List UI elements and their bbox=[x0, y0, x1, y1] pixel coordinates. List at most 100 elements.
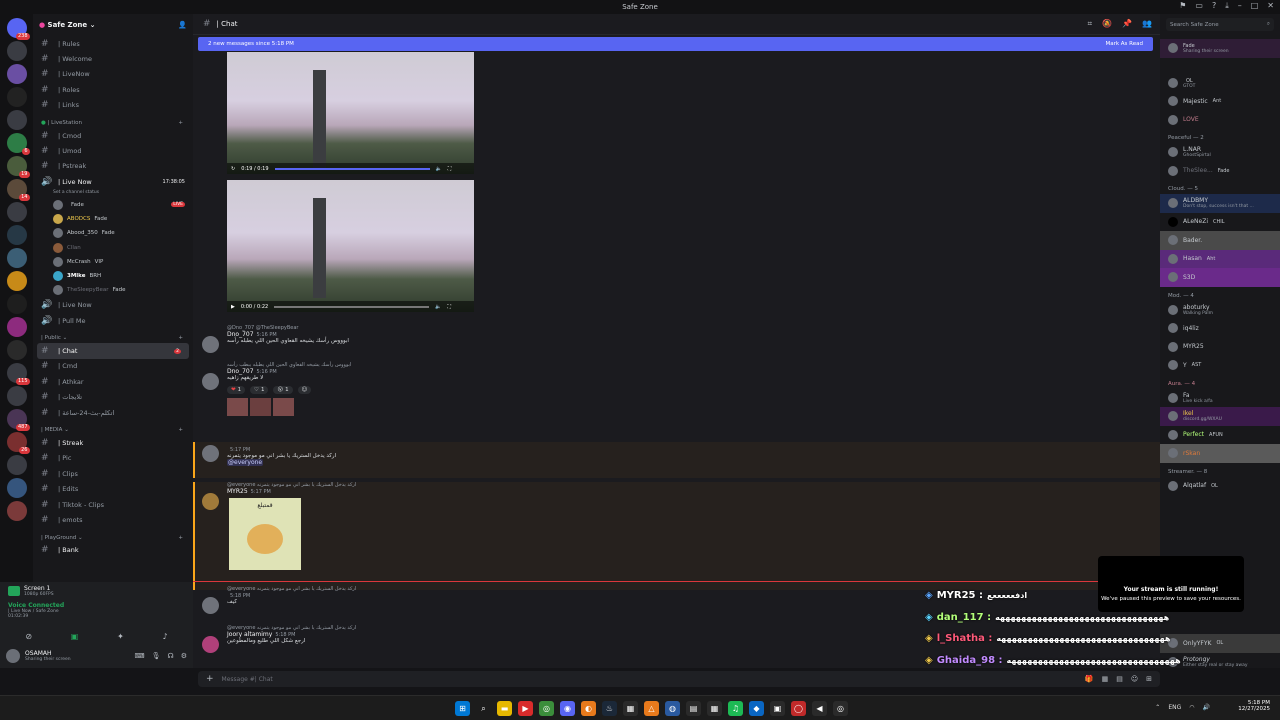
screen-icon[interactable]: ▭ bbox=[1195, 1, 1203, 11]
member-item[interactable]: Fade Sharing their screen bbox=[1160, 39, 1280, 58]
volume-icon[interactable]: 🔊 bbox=[1203, 704, 1210, 711]
clock[interactable]: 5:18 PM 12/27/2025 bbox=[1238, 700, 1270, 712]
gif-icon[interactable]: ▦ bbox=[1102, 675, 1109, 683]
media-icon[interactable]: ▶ bbox=[518, 701, 533, 716]
add-channel-icon[interactable]: + bbox=[178, 120, 183, 126]
notifications-icon[interactable]: 🔕 bbox=[1102, 19, 1112, 29]
fullscreen-icon[interactable]: ⛶ bbox=[448, 166, 452, 172]
help-icon[interactable]: ? bbox=[1212, 1, 1216, 11]
server-icon[interactable] bbox=[6, 41, 27, 61]
sticker[interactable]: قمتبلع bbox=[229, 498, 301, 570]
voice-channel-live-now-2[interactable]: 🔊 | Live Now bbox=[33, 298, 193, 313]
message-composer[interactable]: + Message #| Chat 🎁 ▦ ▤ ☺ ⊞ bbox=[198, 671, 1160, 687]
video-attachment[interactable]: ▶ 0:00 / 0:22 🔈 ⛶ bbox=[227, 180, 474, 312]
member-item[interactable]: OL GTOT bbox=[1160, 74, 1280, 93]
member-item[interactable]: Perfect AFUN bbox=[1160, 426, 1280, 445]
server-icon[interactable] bbox=[6, 340, 27, 360]
category-playground[interactable]: | PlayGround ⌄ + bbox=[33, 528, 193, 543]
member-item[interactable]: Alqatlaf OL bbox=[1160, 477, 1280, 496]
server-icon[interactable]: 14 bbox=[6, 179, 30, 201]
add-channel-icon[interactable]: + bbox=[178, 427, 183, 433]
channel-cmd[interactable]: # | Cmd bbox=[33, 359, 193, 374]
apps-icon[interactable]: ⊞ bbox=[1146, 675, 1152, 683]
server-icon[interactable] bbox=[6, 294, 27, 314]
add-member-icon[interactable]: 👤 bbox=[178, 21, 187, 29]
channel-streak[interactable]: # | Streak bbox=[33, 435, 193, 450]
file-explorer-icon[interactable]: ▬ bbox=[497, 701, 512, 716]
minimize-icon[interactable]: – bbox=[1238, 1, 1242, 11]
voice-user[interactable]: Fade LIVE bbox=[33, 198, 193, 212]
server-icon[interactable] bbox=[6, 271, 27, 291]
server-icon[interactable] bbox=[6, 455, 27, 475]
category-public[interactable]: | Public ⌄ + bbox=[33, 328, 193, 343]
member-item[interactable]: MYR25 bbox=[1160, 338, 1280, 357]
server-icon[interactable] bbox=[6, 110, 27, 130]
channel-pic[interactable]: # | Pic bbox=[33, 451, 193, 466]
download-icon[interactable]: ⤓ bbox=[1225, 1, 1229, 11]
emoji-icon[interactable]: ☺ bbox=[1131, 675, 1138, 683]
pin-icon[interactable]: 📌 bbox=[1122, 19, 1132, 29]
chevron-up-icon[interactable]: ⌃ bbox=[1155, 704, 1160, 711]
discord-icon[interactable]: ◉ bbox=[560, 701, 575, 716]
voice-user[interactable]: Abood_350 Fade bbox=[33, 226, 193, 240]
sticker-icon[interactable]: ▤ bbox=[1116, 675, 1123, 683]
member-item[interactable]: LOVE bbox=[1160, 111, 1280, 130]
reaction[interactable]: ❤ 1 bbox=[227, 386, 246, 394]
channel-roles[interactable]: # | Roles bbox=[33, 82, 193, 97]
video-attachment[interactable]: ↻ 0:19 / 0:19 🔈 ⛶ bbox=[227, 52, 474, 174]
server-icon[interactable]: 19 bbox=[6, 156, 30, 178]
image-attachment[interactable] bbox=[250, 398, 271, 416]
add-channel-icon[interactable]: + bbox=[178, 335, 183, 341]
voice-user[interactable]: Cllan bbox=[33, 240, 193, 254]
app-icon[interactable]: ◀ bbox=[812, 701, 827, 716]
channel-livenow[interactable]: # | LiveNow bbox=[33, 67, 193, 82]
channel-cmod[interactable]: # | Cmod bbox=[33, 128, 193, 143]
avatar[interactable] bbox=[202, 336, 219, 353]
message[interactable]: @everyone اركد يدخل الستريك يا بشر اني م… bbox=[193, 482, 1160, 590]
server-icon[interactable] bbox=[6, 225, 27, 245]
member-item[interactable]: Ikel discord.gg/WXAU bbox=[1160, 407, 1280, 426]
image-attachment[interactable] bbox=[227, 398, 248, 416]
avatar[interactable] bbox=[6, 649, 20, 663]
channel-pstreak[interactable]: # | Pstreak bbox=[33, 159, 193, 174]
member-item[interactable]: L.NAR GhostSpirtal bbox=[1160, 143, 1280, 162]
reaction[interactable]: ♡ 1 bbox=[250, 386, 269, 394]
attach-icon[interactable]: + bbox=[206, 674, 214, 684]
app-icon[interactable]: △ bbox=[644, 701, 659, 716]
server-icon[interactable] bbox=[6, 478, 27, 498]
wifi-icon[interactable]: ◠ bbox=[1189, 704, 1194, 711]
avatar[interactable] bbox=[202, 373, 219, 390]
inbox-icon[interactable]: ⚑ bbox=[1179, 1, 1186, 11]
author-name[interactable]: MYR25 bbox=[227, 488, 248, 495]
server-icon[interactable] bbox=[6, 386, 27, 406]
chrome-icon[interactable]: ◎ bbox=[539, 701, 554, 716]
member-item[interactable]: aboturky Walking Palm bbox=[1160, 301, 1280, 320]
spotify-icon[interactable]: ♫ bbox=[728, 701, 743, 716]
channel-athkar[interactable]: # | Athkar bbox=[33, 374, 193, 389]
channel-chat[interactable]: # | Chat 2 bbox=[37, 343, 189, 359]
app-icon[interactable]: ▦ bbox=[707, 701, 722, 716]
voice-user[interactable]: ABODCS Fade bbox=[33, 212, 193, 226]
author-name[interactable]: Dno_707 bbox=[227, 368, 254, 375]
browser-icon[interactable]: ◐ bbox=[581, 701, 596, 716]
member-item[interactable]: Bader. bbox=[1160, 231, 1280, 250]
channel-bank[interactable]: # | Bank bbox=[33, 543, 193, 558]
member-item[interactable]: ALDBMY Don't stop, success isn't that ... bbox=[1160, 194, 1280, 213]
member-item[interactable]: TheSlee... Fade bbox=[1160, 162, 1280, 181]
camera-off-icon[interactable]: ⊘ bbox=[25, 632, 32, 646]
voice-channel-pull-me[interactable]: 🔊 | Pull Me bbox=[33, 313, 193, 328]
member-item[interactable]: Majestic Ant bbox=[1160, 92, 1280, 111]
server-header[interactable]: ● Safe Zone ⌄ 👤 bbox=[33, 14, 193, 36]
everyone-mention[interactable]: @everyone bbox=[227, 459, 264, 466]
maximize-icon[interactable]: □ bbox=[1251, 1, 1259, 11]
video-progress[interactable] bbox=[274, 305, 430, 308]
play-icon[interactable]: ▶ bbox=[231, 304, 235, 310]
app-icon[interactable]: ▤ bbox=[686, 701, 701, 716]
avatar[interactable] bbox=[202, 636, 219, 653]
channel-status[interactable]: Set a channel status bbox=[33, 190, 193, 198]
search-input[interactable]: Search Safe Zone ⌕ bbox=[1166, 18, 1274, 31]
add-channel-icon[interactable]: + bbox=[178, 535, 183, 541]
app-icon[interactable]: ▦ bbox=[623, 701, 638, 716]
message[interactable]: 5:17 PM اركد يدخل الستريك يا بشر اني مو … bbox=[193, 442, 1160, 478]
replay-icon[interactable]: ↻ bbox=[231, 166, 235, 172]
